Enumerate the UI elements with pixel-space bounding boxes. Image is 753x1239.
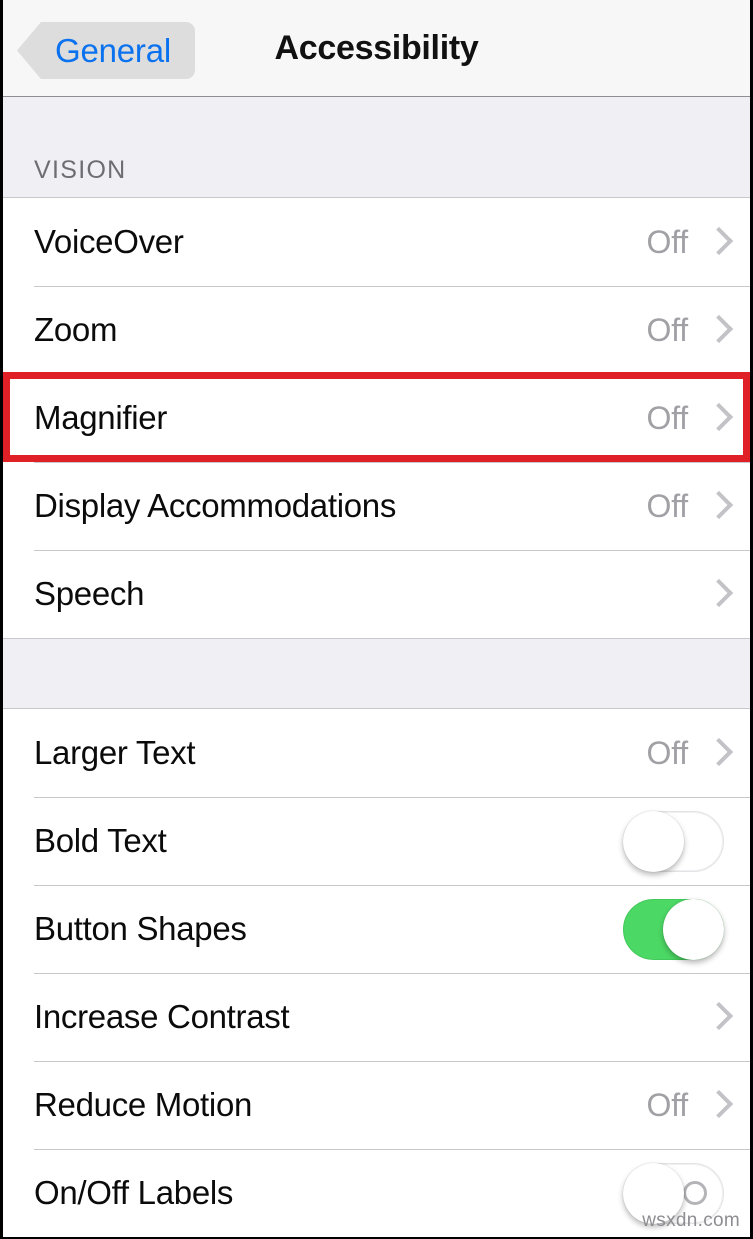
- navigation-bar: General Accessibility: [3, 0, 750, 97]
- row-label: Display Accommodations: [34, 487, 397, 524]
- row-label: Magnifier: [34, 399, 168, 436]
- vision-settings-group: VoiceOver Off Zoom Off Magnifier Off Dis…: [3, 198, 750, 638]
- back-button-label: General: [55, 31, 172, 69]
- row-accessory: Off: [647, 735, 725, 772]
- row-value: Off: [646, 1086, 689, 1123]
- row-on-off-labels[interactable]: On/Off Labels: [3, 1149, 750, 1237]
- chevron-right-icon: [708, 739, 724, 767]
- row-zoom[interactable]: Zoom Off: [3, 286, 750, 374]
- row-label: Reduce Motion: [34, 1086, 253, 1123]
- row-label: Zoom: [34, 311, 118, 348]
- row-accessory: Off: [647, 488, 725, 525]
- chevron-right-icon: [708, 316, 724, 344]
- row-label: Increase Contrast: [34, 998, 290, 1035]
- row-label: Speech: [34, 575, 145, 612]
- row-larger-text[interactable]: Larger Text Off: [3, 709, 750, 797]
- row-accessory: Off: [647, 400, 725, 437]
- row-value: Off: [646, 223, 689, 260]
- toggle-knob: [623, 810, 684, 872]
- row-accessory: Off: [647, 224, 725, 261]
- row-accessory: [688, 580, 724, 608]
- row-accessory: [623, 898, 724, 960]
- toggle-knob: [663, 898, 724, 960]
- accessibility-settings-screen: General Accessibility VISION VoiceOver O…: [0, 0, 753, 1239]
- row-increase-contrast[interactable]: Increase Contrast: [3, 973, 750, 1061]
- row-magnifier[interactable]: Magnifier Off: [3, 374, 750, 462]
- row-label: Larger Text: [34, 734, 196, 771]
- row-label: VoiceOver: [34, 223, 184, 260]
- row-display-accommodations[interactable]: Display Accommodations Off: [3, 462, 750, 550]
- row-value: Off: [646, 734, 689, 771]
- chevron-right-icon: [708, 1003, 724, 1031]
- chevron-right-icon: [708, 1091, 724, 1119]
- text-display-settings-group: Larger Text Off Bold Text Button Shapes: [3, 709, 750, 1237]
- section-header-label: VISION: [34, 156, 127, 184]
- chevron-right-icon: [708, 580, 724, 608]
- row-accessory: [688, 1003, 724, 1031]
- row-value: Off: [646, 399, 689, 436]
- row-label: Button Shapes: [34, 910, 247, 947]
- row-label: On/Off Labels: [34, 1174, 234, 1211]
- row-button-shapes[interactable]: Button Shapes: [3, 885, 750, 973]
- toggle-bold-text[interactable]: [623, 810, 724, 872]
- row-accessory: Off: [647, 1087, 725, 1124]
- row-accessory: Off: [647, 312, 725, 349]
- section-header-vision: VISION: [3, 97, 750, 198]
- row-speech[interactable]: Speech: [3, 550, 750, 638]
- row-reduce-motion[interactable]: Reduce Motion Off: [3, 1061, 750, 1149]
- off-label-circle-icon: [683, 1181, 707, 1205]
- chevron-right-icon: [708, 492, 724, 520]
- back-button-general[interactable]: General: [17, 22, 196, 79]
- chevron-right-icon: [708, 404, 724, 432]
- row-value: Off: [646, 311, 689, 348]
- row-accessory: [623, 810, 724, 872]
- row-value: Off: [646, 487, 689, 524]
- row-label: Bold Text: [34, 822, 167, 859]
- row-bold-text[interactable]: Bold Text: [3, 797, 750, 885]
- watermark: wsxdn.com: [642, 1210, 740, 1231]
- row-voiceover[interactable]: VoiceOver Off: [3, 198, 750, 286]
- section-separator-gap: [3, 638, 750, 709]
- chevron-right-icon: [708, 228, 724, 256]
- toggle-button-shapes[interactable]: [623, 898, 724, 960]
